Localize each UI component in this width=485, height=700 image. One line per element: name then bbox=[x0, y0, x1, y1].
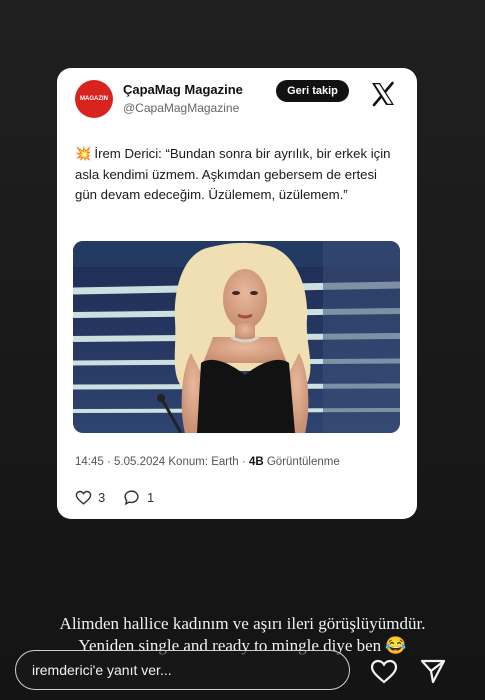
tweet-time: 14:45 bbox=[75, 456, 104, 468]
follow-button[interactable]: Geri takip bbox=[276, 80, 349, 102]
tweet-date: 5.05.2024 bbox=[114, 456, 166, 468]
tweet-card[interactable]: MAGAZIN ÇapaMag Magazine @CapaMagMagazin… bbox=[57, 68, 417, 519]
heart-icon[interactable] bbox=[370, 658, 398, 684]
story-caption-line1: Alimden hallice kadınım ve aşırı ileri g… bbox=[59, 614, 426, 633]
views-count: 4B bbox=[248, 456, 264, 468]
tweet-image[interactable] bbox=[73, 241, 400, 433]
tweet-meta: 14:45 · 5.05.2024 Konum: Earth · 4B Görü… bbox=[75, 456, 340, 468]
heart-outline-icon[interactable] bbox=[75, 489, 92, 506]
avatar-label: MAGAZIN bbox=[80, 95, 108, 102]
avatar[interactable]: MAGAZIN bbox=[75, 80, 113, 118]
send-icon[interactable] bbox=[420, 658, 446, 684]
views-label: Görüntülenme bbox=[266, 456, 340, 468]
explosion-icon: 💥 bbox=[75, 147, 92, 162]
like-count: 3 bbox=[98, 490, 106, 505]
story-reply-input[interactable]: iremderici'e yanıt ver... bbox=[15, 650, 350, 690]
reply-count: 1 bbox=[147, 490, 155, 505]
tweet-text: 💥 İrem Derici: “Bundan sonra bir ayrılık,… bbox=[75, 144, 400, 205]
account-name[interactable]: ÇapaMag Magazine bbox=[123, 82, 243, 97]
reply-placeholder: iremderici'e yanıt ver... bbox=[32, 662, 172, 678]
reply-bubble-icon[interactable] bbox=[123, 489, 140, 506]
x-logo-icon bbox=[372, 81, 394, 107]
account-handle[interactable]: @CapaMagMagazine bbox=[123, 101, 239, 115]
stage-photo bbox=[73, 241, 400, 433]
tweet-location: Konum: Earth bbox=[168, 456, 239, 468]
tweet-body: İrem Derici: “Bundan sonra bir ayrılık, … bbox=[75, 146, 391, 202]
